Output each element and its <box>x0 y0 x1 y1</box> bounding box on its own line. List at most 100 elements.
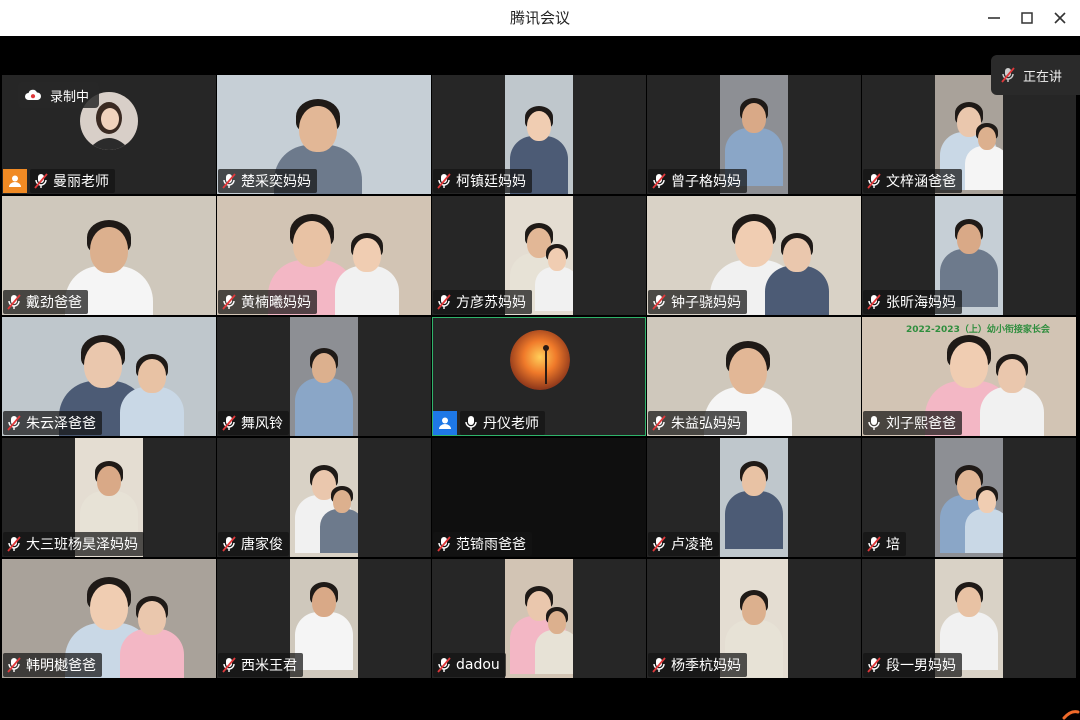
person-face <box>353 238 381 272</box>
participant-tile[interactable]: 唐家俊 <box>217 438 431 557</box>
participant-tile[interactable]: 钟子骁妈妈 <box>647 196 861 315</box>
speaking-label: 正在讲 <box>1023 69 1063 85</box>
recording-indicator[interactable]: 录制中 <box>18 82 100 108</box>
close-icon <box>1054 12 1066 24</box>
person-body <box>295 612 353 670</box>
participant-name: 刘子熙爸爸 <box>886 416 956 432</box>
person-face <box>977 126 997 150</box>
participant-name-tag: 黄楠曦妈妈 <box>218 290 317 314</box>
person-face <box>311 353 337 384</box>
participant-tile[interactable]: 杨季杭妈妈 <box>647 559 861 678</box>
mic-muted-icon <box>867 657 881 673</box>
participant-tile[interactable]: 范锜雨爸爸 <box>432 438 646 557</box>
participant-name-tag: 培 <box>863 532 906 556</box>
participant-tile[interactable]: 楚采奕妈妈 <box>217 75 431 194</box>
person-body <box>295 378 353 436</box>
speaking-indicator[interactable]: 正在讲 <box>991 55 1080 95</box>
mic-muted-icon <box>437 657 451 673</box>
video-background <box>505 559 573 678</box>
participant-name-tag: 张昕海妈妈 <box>863 290 962 314</box>
minimize-button[interactable] <box>980 4 1008 32</box>
sunset-avatar <box>510 330 570 390</box>
mic-muted-icon <box>7 657 21 673</box>
participant-tile[interactable]: 西米王君 <box>217 559 431 678</box>
mic-muted-icon <box>652 415 666 431</box>
mic-muted-icon <box>7 415 21 431</box>
person-body <box>320 508 358 553</box>
person-face <box>311 587 337 618</box>
participant-name: 唐家俊 <box>241 537 283 553</box>
participant-tile[interactable]: 韩明樾爸爸 <box>2 559 216 678</box>
participant-name: 曼丽老师 <box>53 174 109 190</box>
participant-name: 培 <box>886 537 900 553</box>
mic-muted-icon <box>652 657 666 673</box>
participant-tile[interactable]: 戴劲爸爸 <box>2 196 216 315</box>
participant-name: 张昕海妈妈 <box>886 295 956 311</box>
participant-name: 范锜雨爸爸 <box>456 537 526 553</box>
person-face <box>96 466 122 497</box>
mic-muted-icon <box>34 173 48 189</box>
participant-tile[interactable]: 舞风铃 <box>217 317 431 436</box>
participant-name: 韩明樾爸爸 <box>26 658 96 674</box>
participant-name-tag: 文梓涵爸爸 <box>863 169 962 193</box>
participant-name: 西米王君 <box>241 658 297 674</box>
person-body <box>765 266 829 315</box>
participant-tile[interactable]: 曾子格妈妈 <box>647 75 861 194</box>
mic-muted-icon <box>7 536 21 552</box>
person-face <box>735 221 773 268</box>
participant-tile[interactable]: 卢凌艳 <box>647 438 861 557</box>
participant-tile[interactable]: 朱云泽爸爸 <box>2 317 216 436</box>
participant-name: 舞风铃 <box>241 416 283 432</box>
participant-name-tag: 方彦苏妈妈 <box>433 290 532 314</box>
mic-icon <box>465 416 477 430</box>
person-body <box>980 387 1044 436</box>
participant-tile[interactable]: 2022-2023（上）幼小衔接家长会 刘子熙爸爸 <box>862 317 1076 436</box>
video-feed <box>290 438 358 557</box>
video-background <box>935 438 1003 557</box>
participant-name-tag: 西米王君 <box>218 653 303 677</box>
host-badge <box>3 169 27 193</box>
person-body <box>535 629 573 674</box>
participant-name-tag: 范锜雨爸爸 <box>433 532 532 556</box>
person-face <box>299 106 337 153</box>
person-face <box>138 359 166 393</box>
participant-tile[interactable]: 大三班杨昊泽妈妈 <box>2 438 216 557</box>
maximize-icon <box>1021 12 1033 24</box>
person-face <box>950 342 988 389</box>
minimize-icon <box>988 17 1000 19</box>
participant-tile[interactable]: 朱益弘妈妈 <box>647 317 861 436</box>
mic-muted-icon <box>652 173 666 189</box>
person-face <box>90 227 128 274</box>
window-title: 腾讯会议 <box>509 9 570 27</box>
participant-tile[interactable]: 黄楠曦妈妈 <box>217 196 431 315</box>
maximize-button[interactable] <box>1013 4 1041 32</box>
participant-name: 大三班杨昊泽妈妈 <box>26 537 138 553</box>
user-icon <box>439 417 451 429</box>
mic-muted-icon <box>437 294 451 310</box>
mic-muted-icon <box>652 536 666 552</box>
participant-name: 楚采奕妈妈 <box>241 174 311 190</box>
person-body <box>120 629 184 678</box>
person-body <box>535 266 573 311</box>
participant-tile[interactable]: 柯镇廷妈妈 <box>432 75 646 194</box>
participant-name: 段一男妈妈 <box>886 658 956 674</box>
participant-tile[interactable]: 方彦苏妈妈 <box>432 196 646 315</box>
participant-name: 戴劲爸爸 <box>26 295 82 311</box>
participant-tile[interactable]: 段一男妈妈 <box>862 559 1076 678</box>
mic-muted-icon <box>1001 67 1015 83</box>
participant-name-tag: 朱益弘妈妈 <box>648 411 747 435</box>
person-face <box>90 584 128 631</box>
person-body <box>120 387 184 436</box>
video-feed <box>290 317 358 436</box>
participant-name: 丹仪老师 <box>483 416 539 432</box>
person-face <box>998 359 1026 393</box>
participant-name-tag: 舞风铃 <box>218 411 289 435</box>
video-background <box>290 317 358 436</box>
person-body <box>965 145 1003 190</box>
participant-tile[interactable]: dadou <box>432 559 646 678</box>
person-face <box>332 489 352 513</box>
participant-tile[interactable]: 培 <box>862 438 1076 557</box>
close-button[interactable] <box>1046 4 1074 32</box>
participant-name: 方彦苏妈妈 <box>456 295 526 311</box>
participant-tile[interactable]: 张昕海妈妈 <box>862 196 1076 315</box>
